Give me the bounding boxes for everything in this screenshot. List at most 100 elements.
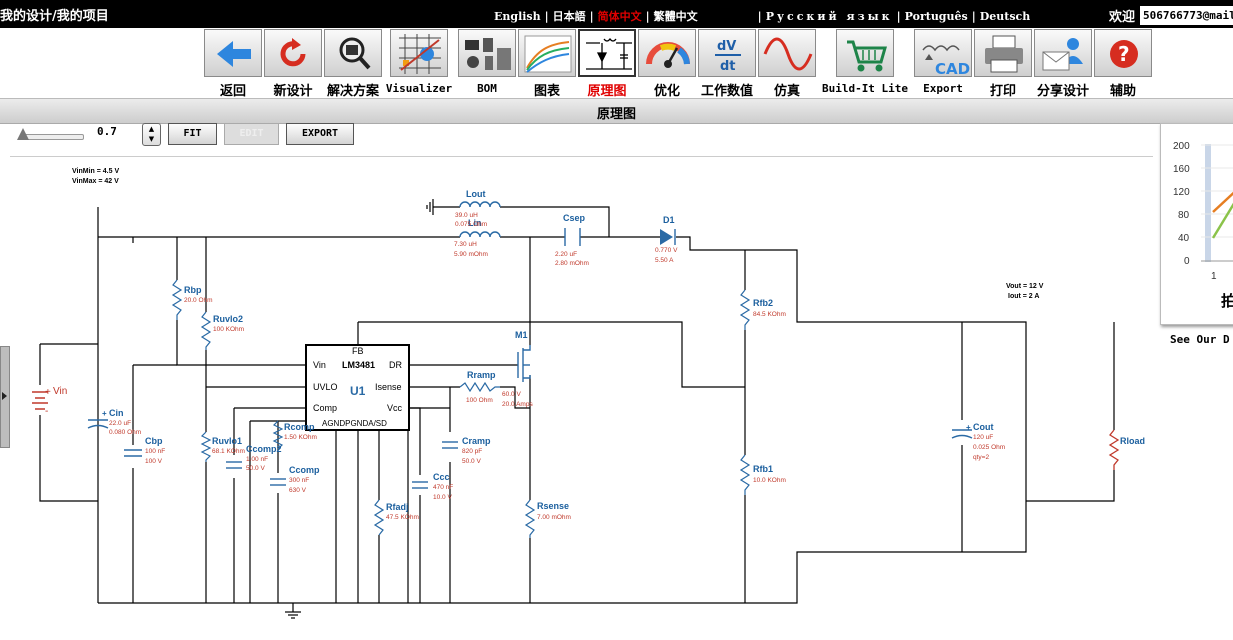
value-cramp-1: 820 pF [462,448,482,455]
svg-text:?: ? [1118,42,1130,66]
zoom-value: 0.7 [97,125,117,138]
resistor-rfb1[interactable] [739,454,751,495]
solutions-label: 解决方案 [326,84,379,99]
charts-button[interactable]: 图表 [517,28,577,99]
value-cramp-2: 50.0 V [462,458,481,465]
back-button[interactable]: 返回 [203,28,263,99]
ytick-200: 200 [1173,141,1190,152]
share-button[interactable]: 分享设计 [1033,28,1093,99]
section-bar: 原理图 [0,98,1233,124]
lang-english[interactable]: English [494,10,541,23]
lang-russian[interactable]: Русский язык [766,10,893,23]
value-ccomp-1: 300 nF [289,477,309,484]
resistor-rfb2[interactable] [739,289,751,330]
capacitor-ccomp2[interactable] [226,461,242,469]
pin-uvlo: UVLO [313,382,338,392]
label-rfadj: Rfadj [386,502,409,512]
export-cad-button[interactable]: CAD Export [913,28,973,98]
schematic-canvas[interactable]: VinMin = 4.5 V VinMax = 42 V Vout = 12 V… [0,157,1160,640]
label-cbp: Cbp [145,436,163,446]
resistor-ruvlo2[interactable] [200,311,212,350]
simulate-button[interactable]: 仿真 [757,28,817,99]
wires [39,206,1115,612]
label-ruvlo2: Ruvlo2 [213,314,243,324]
label-ccomp2: Ccomp2 [246,444,282,454]
user-email-field[interactable]: 506766773@mail [1140,6,1233,25]
svg-text:dV: dV [717,39,736,54]
xtick-1: 1 [1211,271,1217,282]
capacitor-cramp[interactable] [442,441,458,449]
magnifier-chip-icon [339,37,371,70]
label-rbp: Rbp [184,285,202,295]
lang-simplified-chinese[interactable]: 简体中文 [598,8,642,24]
zoom-stepper[interactable]: ▲ ▼ [142,123,161,146]
see-our-link[interactable]: See Our D [1170,333,1230,346]
label-cin: Cin [109,408,124,418]
dvdt-icon: dV dt [715,39,741,74]
capacitor-ccomp[interactable] [270,478,286,486]
vinmin-note: VinMin = 4.5 V [72,168,119,175]
resistor-rbp[interactable] [171,279,183,320]
op-values-button[interactable]: dV dt 工作数值 [697,28,757,99]
mosfet-m1[interactable] [517,345,531,382]
lang-traditional-chinese[interactable]: 繁體中文 [654,8,698,24]
build-it-button[interactable]: Build-It Lite [822,28,908,98]
pin-comp: Comp [313,403,337,413]
ytick-160: 160 [1173,164,1190,175]
diode-d1[interactable] [660,229,676,245]
resistor-rramp[interactable] [459,381,500,393]
vin-source[interactable]: + Vin - [32,386,67,417]
solutions-button[interactable]: 解决方案 [323,28,383,99]
sine-icon [763,37,813,71]
label-rfb2: Rfb2 [753,298,773,308]
svg-text:CAD: CAD [935,60,970,78]
new-design-button[interactable]: 新设计 [263,28,323,99]
lang-german[interactable]: Deutsch [980,10,1031,23]
edit-button[interactable]: EDIT [224,123,279,145]
inductor-lin[interactable] [459,231,501,238]
svg-text:dt: dt [720,59,736,74]
resistor-rsense[interactable] [524,499,536,538]
share-icon [1042,38,1083,71]
label-ccomp: Ccomp [289,465,320,475]
breadcrumb[interactable]: 我的设计/我的项目 [0,5,109,24]
side-chart-panel[interactable]: 200 160 120 80 40 0 1 拍 [1160,123,1233,325]
schematic-button[interactable]: 原理图 [577,28,637,99]
visualizer-button[interactable]: Visualizer [386,28,452,98]
capacitor-ccc[interactable] [412,481,428,489]
pin-fb: FB [352,346,364,356]
vin-label: Vin [53,386,67,397]
lang-portuguese[interactable]: Português [905,10,968,23]
lang-japanese[interactable]: 日本語 [553,8,586,24]
zoom-slider-thumb[interactable] [17,128,29,140]
chevron-up-icon[interactable]: ▲ [143,124,160,134]
label-ccc: Ccc [433,472,450,482]
cad-icon: CAD [922,45,970,78]
fit-button[interactable]: FIT [168,123,217,145]
pin-vin: Vin [313,360,326,370]
help-label: 辅助 [1109,84,1136,99]
resistor-ruvlo1[interactable] [200,431,212,462]
zoom-slider-track[interactable] [20,134,84,140]
svg-text:+: + [966,423,971,432]
print-button[interactable]: 打印 [973,28,1033,99]
bom-button[interactable]: BOM [457,28,517,98]
inductor-lout[interactable] [459,201,501,208]
chevron-down-icon[interactable]: ▼ [143,134,160,144]
value-lin-1: 7.30 uH [454,241,477,248]
capacitor-cbp[interactable] [124,449,142,457]
ic-lm3481[interactable]: FB Vin LM3481 DR UVLO Isense U1 Comp Vcc… [305,344,410,431]
export-button[interactable]: EXPORT [286,123,354,145]
vout-note: Vout = 12 V [1006,283,1044,290]
value-m1-1: 60.0 V [502,391,521,398]
help-button[interactable]: ? 辅助 [1093,28,1153,99]
pin-dr: DR [389,360,402,370]
value-rsense: 7.00 mOhm [537,514,571,521]
resistor-rfadj[interactable] [373,499,385,536]
resistor-rload[interactable] [1108,429,1120,470]
optimize-button[interactable]: 优化 [637,28,697,99]
value-ruvlo2: 100 KOhm [213,326,244,333]
capacitor-csep[interactable] [564,228,581,246]
value-cbp-2: 100 V [145,458,163,465]
value-ccc-1: 470 nF [433,484,453,491]
